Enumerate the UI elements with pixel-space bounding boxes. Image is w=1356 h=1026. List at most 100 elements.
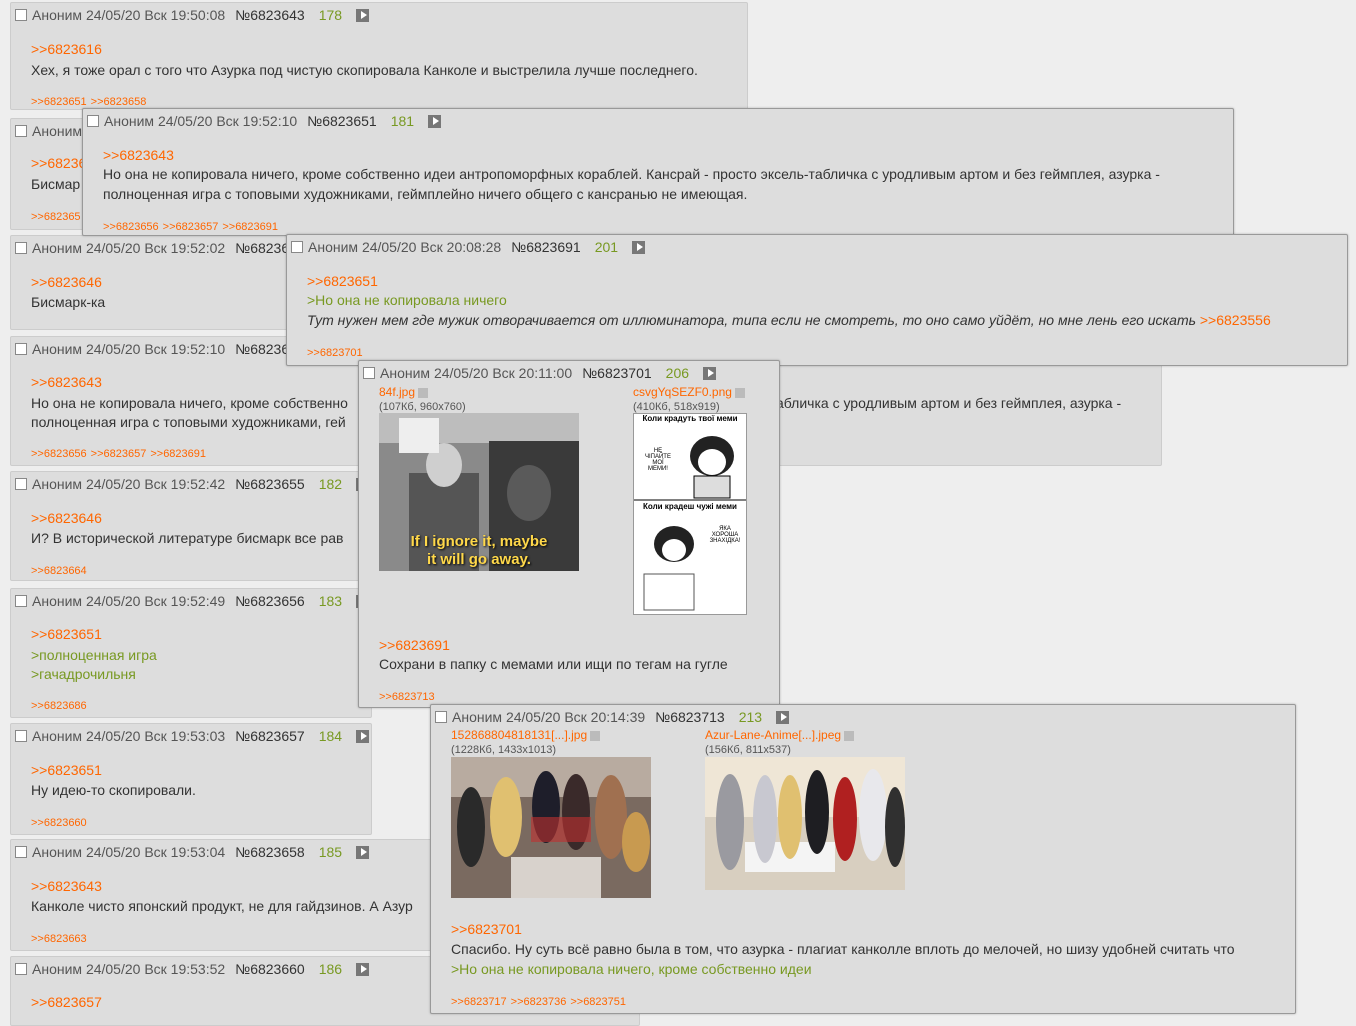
post-number[interactable]: №6823660 xyxy=(235,961,305,977)
reply-link[interactable]: >>6823643 xyxy=(31,878,102,894)
reply-backlink[interactable]: >>6823751 xyxy=(570,996,626,1008)
reply-backlink[interactable]: >>6823658 xyxy=(91,96,147,108)
reply-link[interactable]: >>6823646 xyxy=(31,274,102,290)
post-select-checkbox[interactable] xyxy=(87,115,99,127)
post-select-checkbox[interactable] xyxy=(15,125,27,137)
file-name[interactable]: 84f.jpg xyxy=(379,385,415,399)
reply-link[interactable]: >>6823651 xyxy=(307,273,378,289)
magnifier-icon[interactable] xyxy=(590,730,601,741)
magnifier-icon[interactable] xyxy=(418,387,429,398)
post-date: 24/05/20 Вск 19:52:49 xyxy=(85,593,226,609)
reply-backlink[interactable]: >>6823736 xyxy=(511,996,567,1008)
reply-backlink[interactable]: >>6823691 xyxy=(150,448,206,460)
post-replies: >>682365 xyxy=(31,211,85,223)
play-icon[interactable] xyxy=(703,366,717,380)
magnifier-icon[interactable] xyxy=(734,387,745,398)
play-icon[interactable] xyxy=(356,962,370,976)
reply-link[interactable]: >>6823651 xyxy=(31,626,102,642)
file-name[interactable]: 152868804818131[...].jpg xyxy=(451,728,587,742)
post-select-checkbox[interactable] xyxy=(15,963,27,975)
image-thumbnail[interactable]: Коли крадуть твої меми НЕ ЧІПАЙТЕ МОЇ МЕ… xyxy=(633,413,747,615)
post-select-checkbox[interactable] xyxy=(15,343,27,355)
reply-backlink[interactable]: >>6823657 xyxy=(163,221,219,233)
reply-backlink[interactable]: >>6823717 xyxy=(451,996,507,1008)
popup-post-6823713: Аноним 24/05/20 Вск 20:14:39 №6823713 21… xyxy=(430,704,1296,1014)
post-number[interactable]: №6823651 xyxy=(307,113,377,129)
post-number[interactable]: №6823658 xyxy=(235,844,305,860)
post-header: Аноним 24/05/20 Вск 19:52:42 №6823655 18… xyxy=(15,474,370,494)
reply-backlink[interactable]: >>6823660 xyxy=(31,817,87,829)
image-thumbnail[interactable] xyxy=(451,757,651,898)
file-name[interactable]: Azur-Lane-Anime[...].jpeg xyxy=(705,728,841,742)
post-number[interactable]: №6823701 xyxy=(582,365,652,381)
post-number[interactable]: №6823713 xyxy=(655,709,725,725)
reply-link[interactable]: >>6823643 xyxy=(103,147,174,163)
file-link[interactable]: 84f.jpg xyxy=(379,385,429,399)
post-select-checkbox[interactable] xyxy=(15,478,27,490)
post-date: 24/05/20 Вск 20:11:00 xyxy=(433,365,573,381)
file-name[interactable]: csvgYqSEZF0.png xyxy=(633,385,732,399)
post-author: Аноним xyxy=(32,844,83,860)
post-select-checkbox[interactable] xyxy=(15,595,27,607)
post-number[interactable]: №6823691 xyxy=(511,239,581,255)
post-number[interactable]: №6823657 xyxy=(235,728,305,744)
play-icon[interactable] xyxy=(776,710,790,724)
post-select-checkbox[interactable] xyxy=(15,846,27,858)
magnifier-icon[interactable] xyxy=(844,730,855,741)
post-select-checkbox[interactable] xyxy=(291,241,303,253)
post-6823657: Аноним 24/05/20 Вск 19:53:03 №6823657 18… xyxy=(10,723,372,835)
reply-link[interactable]: >>6823616 xyxy=(31,41,102,57)
post-select-checkbox[interactable] xyxy=(15,730,27,742)
play-icon[interactable] xyxy=(356,8,370,22)
reply-link[interactable]: >>6823643 xyxy=(31,374,102,390)
image-thumbnail[interactable] xyxy=(705,757,905,890)
reply-link[interactable]: >>6823691 xyxy=(379,637,450,653)
reply-backlink[interactable]: >>682365 xyxy=(31,211,81,223)
reply-link[interactable]: >>6823651 xyxy=(31,762,102,778)
reply-backlink[interactable]: >>6823691 xyxy=(222,221,278,233)
post-number[interactable]: №6823655 xyxy=(235,476,305,492)
post-text: Хех, я тоже орал с того что Азурка под ч… xyxy=(31,62,698,78)
file-link[interactable]: 152868804818131[...].jpg xyxy=(451,728,601,742)
play-icon[interactable] xyxy=(632,240,646,254)
post-replies: >>6823701 xyxy=(307,347,367,359)
image-caption-line: it will go away. xyxy=(427,551,531,568)
reply-backlink[interactable]: >>6823701 xyxy=(307,347,363,359)
play-icon[interactable] xyxy=(356,845,370,859)
reply-backlink[interactable]: >>6823656 xyxy=(31,448,87,460)
file-link[interactable]: csvgYqSEZF0.png xyxy=(633,385,745,399)
file-info: (410Кб, 518x919) xyxy=(633,401,720,413)
comic-image xyxy=(634,436,746,611)
post-replies: >>6823664 xyxy=(31,565,91,577)
post-number[interactable]: №6823656 xyxy=(235,593,305,609)
post-text: И? В исторической литературе бисмарк все… xyxy=(31,530,344,546)
reply-backlink[interactable]: >>6823663 xyxy=(31,933,87,945)
reply-backlink[interactable]: >>6823656 xyxy=(103,221,159,233)
reply-backlink[interactable]: >>6823686 xyxy=(31,700,87,712)
play-icon[interactable] xyxy=(356,729,370,743)
post-number[interactable]: №6823643 xyxy=(235,7,305,23)
post-select-checkbox[interactable] xyxy=(15,242,27,254)
reply-link[interactable]: >>6823556 xyxy=(1200,312,1271,328)
reply-backlink[interactable]: >>6823713 xyxy=(379,691,435,703)
post-author: Аноним xyxy=(452,709,503,725)
file-link[interactable]: Azur-Lane-Anime[...].jpeg xyxy=(705,728,855,742)
reply-link[interactable]: >>6823701 xyxy=(451,921,522,937)
post-date: 24/05/20 Вск 19:50:08 xyxy=(85,7,226,23)
reply-link[interactable]: >>6823646 xyxy=(31,510,102,526)
post-replies: >>6823656 >>6823657 >>6823691 xyxy=(103,221,282,233)
reply-backlink[interactable]: >>6823651 xyxy=(31,96,87,108)
popup-post-6823701: Аноним 24/05/20 Вск 20:11:00 №6823701 20… xyxy=(358,360,780,708)
reply-backlink[interactable]: >>6823664 xyxy=(31,565,87,577)
post-header: Аноним 24/05/20 Вск 19:53:03 №6823657 18… xyxy=(15,726,370,746)
image-thumbnail[interactable]: If I ignore it, maybe it will go away. xyxy=(379,413,579,571)
reply-link[interactable]: >>6823657 xyxy=(31,994,102,1010)
post-header: Аноним 24/05/20 Вск 19:52:02 №682365 xyxy=(15,238,297,258)
post-select-checkbox[interactable] xyxy=(435,711,447,723)
anime-image xyxy=(451,757,651,898)
post-select-checkbox[interactable] xyxy=(15,9,27,21)
play-icon[interactable] xyxy=(428,114,442,128)
post-header: Аноним 24/05/20 Вск 19:50:08 №6823643 17… xyxy=(15,5,370,25)
reply-backlink[interactable]: >>6823657 xyxy=(91,448,147,460)
post-select-checkbox[interactable] xyxy=(363,367,375,379)
